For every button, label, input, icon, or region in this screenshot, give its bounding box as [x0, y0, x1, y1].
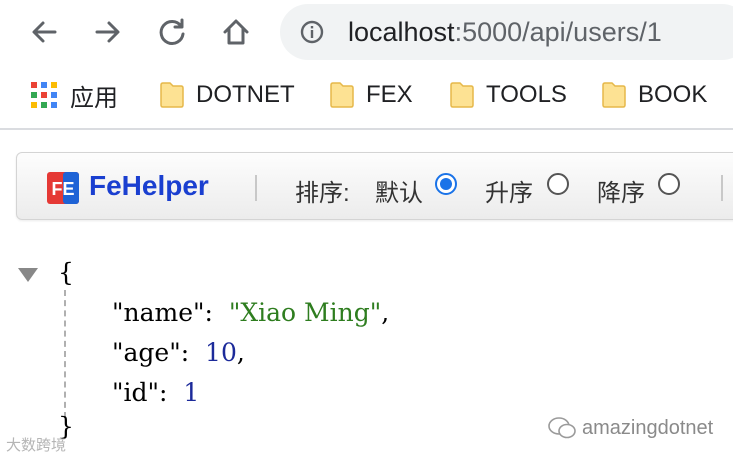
bookmark-tools[interactable]: TOOLS: [450, 80, 567, 110]
reload-button[interactable]: [152, 12, 192, 52]
reload-icon: [159, 18, 185, 45]
bookmark-dotnet[interactable]: DOTNET: [160, 80, 295, 110]
json-number-value: 10: [205, 338, 237, 367]
fehelper-logo-icon: FE: [47, 172, 79, 204]
fehelper-title: FeHelper: [89, 170, 209, 201]
sort-option-asc-label[interactable]: 升序: [485, 173, 533, 208]
sort-asc-radio[interactable]: [547, 173, 569, 195]
folder-icon: [330, 82, 354, 108]
bookmark-label: BOOK: [638, 81, 708, 108]
bookmark-apps[interactable]: 应用: [30, 80, 118, 112]
bookmarks-bar: 应用 DOTNET FEX TOOLS BOOK: [0, 64, 733, 130]
info-icon[interactable]: [300, 20, 324, 44]
apps-grid-icon: [31, 82, 57, 108]
fehelper-logo-text: FE: [51, 179, 74, 199]
home-button[interactable]: [216, 12, 256, 52]
json-guide-line: [64, 290, 66, 418]
folder-icon: [450, 82, 474, 108]
json-comma: ,: [236, 338, 245, 367]
json-open-brace: {: [58, 258, 74, 287]
wechat-icon: [548, 417, 576, 439]
browser-navbar: localhost:5000/api/users/1: [0, 0, 733, 64]
json-colon: :: [180, 338, 190, 367]
bookmark-book[interactable]: BOOK: [602, 80, 707, 110]
bookmark-apps-label: 应用: [70, 84, 118, 112]
json-colon: :: [204, 298, 213, 327]
sort-option-desc-label[interactable]: 降序: [597, 173, 645, 208]
json-row: "name": "Xiao Ming",: [112, 298, 389, 327]
folder-icon: [602, 82, 626, 108]
toolbar-divider: [255, 175, 257, 201]
json-key: "id": [112, 378, 159, 407]
json-number-value: 1: [183, 378, 200, 407]
sort-desc-radio[interactable]: [658, 173, 680, 195]
back-button[interactable]: [24, 12, 64, 52]
bookmark-label: TOOLS: [486, 81, 567, 108]
url-path: :5000/api/users/1: [454, 17, 662, 47]
arrow-right-icon: [95, 21, 120, 43]
json-comma: ,: [381, 298, 390, 327]
toolbar-divider: [721, 175, 723, 201]
json-key: "name": [112, 298, 205, 327]
watermark-right: amazingdotnet: [548, 416, 713, 440]
watermark-right-text: amazingdotnet: [582, 416, 714, 439]
arrow-left-icon: [32, 21, 57, 43]
home-icon: [223, 19, 249, 45]
sort-option-default-label[interactable]: 默认: [375, 173, 423, 208]
url-text[interactable]: localhost:5000/api/users/1: [348, 17, 662, 48]
watermark-left: 大数跨境: [6, 437, 67, 454]
json-colon: :: [159, 378, 168, 407]
json-row: "age": 10,: [112, 338, 245, 367]
bookmark-fex[interactable]: FEX: [330, 80, 413, 110]
json-row: "id": 1: [112, 378, 199, 407]
fehelper-toolbar: FE FeHelper 排序: 默认 升序 降序: [16, 152, 733, 220]
json-key: "age": [112, 338, 181, 367]
json-string-value: "Xiao Ming": [228, 298, 382, 327]
collapse-toggle-icon[interactable]: [18, 268, 38, 282]
sort-label: 排序:: [295, 180, 350, 207]
folder-icon: [160, 82, 184, 108]
address-bar[interactable]: localhost:5000/api/users/1: [280, 4, 733, 60]
bookmark-label: DOTNET: [196, 81, 295, 108]
bookmark-label: FEX: [366, 81, 413, 108]
url-host: localhost: [348, 17, 455, 47]
forward-button[interactable]: [88, 12, 128, 52]
sort-default-radio[interactable]: [435, 173, 457, 195]
